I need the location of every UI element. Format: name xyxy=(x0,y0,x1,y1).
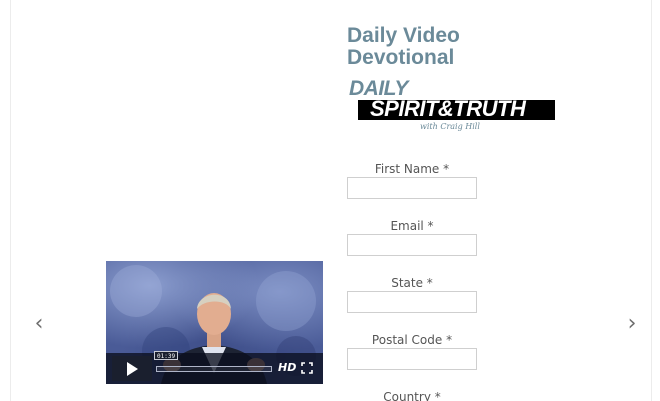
carousel-prev-button[interactable]: ‹ xyxy=(29,309,49,337)
email-field[interactable] xyxy=(347,234,477,256)
state-field[interactable] xyxy=(347,291,477,313)
video-controls: 01:39 HD xyxy=(106,351,323,384)
email-label: Email * xyxy=(390,219,434,233)
left-border xyxy=(10,0,11,401)
logo-spirit-truth-text: SPIRIT&TRUTH xyxy=(370,96,526,121)
daily-spirit-truth-logo: DAILY SPIRIT&TRUTH with Craig Hill xyxy=(348,77,558,140)
postal-code-label: Postal Code * xyxy=(371,333,453,347)
country-label: Country * xyxy=(383,390,441,401)
postal-code-field[interactable] xyxy=(347,348,477,370)
hd-button[interactable]: HD xyxy=(278,361,296,374)
page-title: Daily Video Devotional xyxy=(347,24,460,69)
chevron-left-icon: ‹ xyxy=(34,310,44,336)
first-name-field[interactable] xyxy=(347,177,477,199)
video-progress-bar[interactable] xyxy=(156,366,272,372)
fullscreen-icon[interactable] xyxy=(301,362,313,374)
logo-byline: with Craig Hill xyxy=(420,122,480,131)
carousel-next-button[interactable]: › xyxy=(622,309,642,337)
page: ‹ › 01:39 HD Daily Video Devotional DAIL… xyxy=(0,0,660,401)
video-player[interactable]: 01:39 HD xyxy=(106,261,323,384)
chevron-right-icon: › xyxy=(627,310,637,336)
first-name-label: First Name * xyxy=(374,162,450,176)
video-time: 01:39 xyxy=(154,351,179,360)
right-border xyxy=(651,0,652,401)
play-icon xyxy=(126,361,138,376)
play-button[interactable] xyxy=(112,356,152,381)
state-label: State * xyxy=(391,276,433,290)
